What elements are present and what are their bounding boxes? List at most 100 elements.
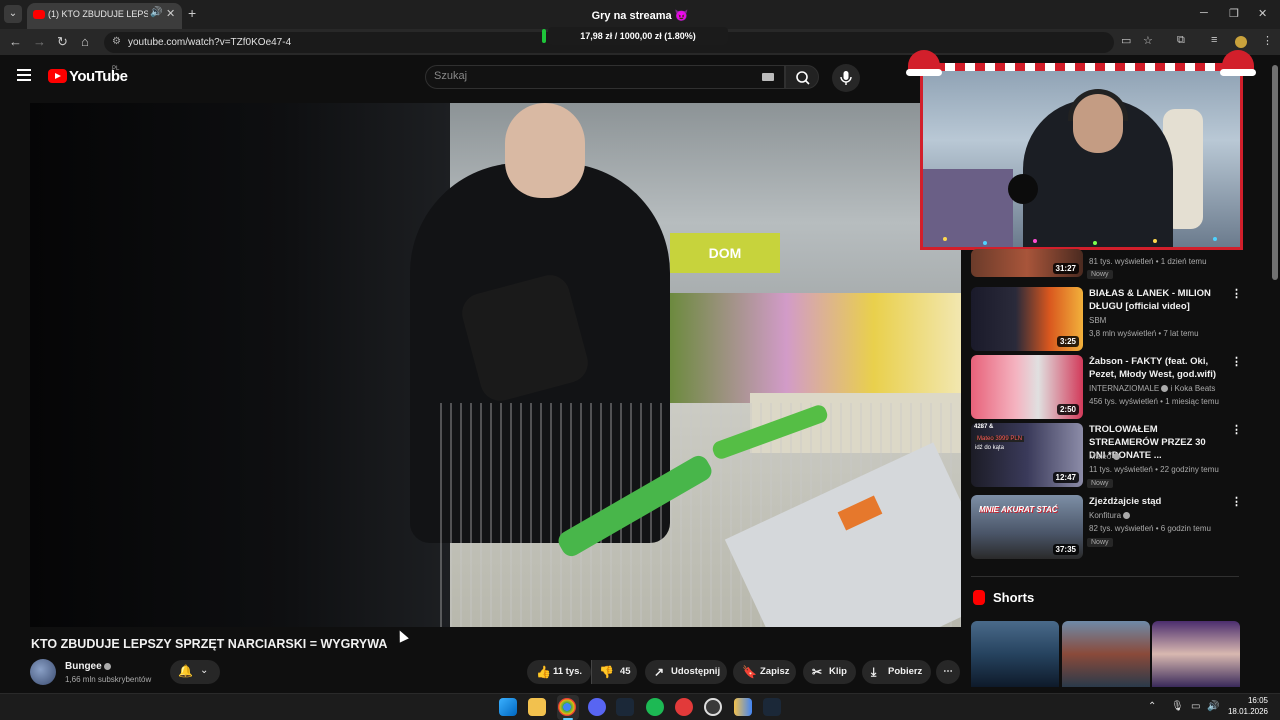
- app-icon-pen[interactable]: [734, 698, 752, 716]
- video-thumbnail[interactable]: MNIE AKURAT STAĆ 37:35: [971, 495, 1083, 559]
- video-meta: 81 tys. wyświetleń • 1 dzień temu: [1089, 257, 1207, 266]
- more-options-icon[interactable]: ⋮: [1231, 287, 1242, 300]
- download-button[interactable]: ⤓ Pobierz: [862, 660, 931, 684]
- tab-search-chevron-icon[interactable]: ⌄: [4, 5, 22, 23]
- browser-tab-bar: ⌄ (1) KTO ZBUDUJE LEPSZY SPRZĘT 🔊 ✕ + Gr…: [0, 0, 1280, 29]
- file-explorer-icon[interactable]: [528, 698, 546, 716]
- thumbnail-text: Mateo 3999 PLN: [975, 436, 1025, 442]
- url-text: youtube.com/watch?v=TZf0KOe47-4: [128, 37, 292, 48]
- channel-name[interactable]: Konfitura: [1089, 511, 1131, 520]
- streamer-webcam-overlay: [920, 66, 1243, 250]
- site-info-icon[interactable]: ⚙: [112, 36, 121, 47]
- chrome-icon[interactable]: [558, 698, 576, 716]
- clock-time[interactable]: 16:05: [1232, 696, 1268, 705]
- video-thumbnail[interactable]: 3:25: [971, 287, 1083, 351]
- more-actions-button[interactable]: ⋯: [936, 660, 960, 684]
- verified-icon: [1123, 512, 1131, 519]
- search-button[interactable]: [785, 65, 819, 89]
- search-input[interactable]: [434, 70, 734, 82]
- stream-overlay-title: Gry na streama 😈: [591, 10, 689, 22]
- new-tab-icon[interactable]: +: [188, 5, 196, 21]
- video-thumbnail[interactable]: 31:27: [971, 249, 1083, 277]
- suggested-video-2[interactable]: 3:25 BIAŁAS & LANEK - MILION DŁUGU [offi…: [971, 287, 1242, 353]
- reload-icon[interactable]: ↻: [57, 34, 68, 50]
- channel-name[interactable]: Mateo: [1089, 452, 1121, 461]
- network-icon[interactable]: ▭: [1191, 701, 1200, 712]
- save-button[interactable]: 🔖 Zapisz: [733, 660, 796, 684]
- mouse-cursor: [395, 628, 409, 643]
- video-player[interactable]: DOM: [30, 103, 961, 627]
- tray-chevron-up-icon[interactable]: ⌃: [1148, 701, 1156, 712]
- steam-icon[interactable]: [616, 698, 634, 716]
- restore-icon[interactable]: ❐: [1229, 7, 1239, 20]
- clip-button[interactable]: ✂ Klip: [803, 660, 856, 684]
- save-label: Zapisz: [760, 666, 790, 677]
- video-title[interactable]: Żabson - FAKTY (feat. Oki, Pezet, Młody …: [1089, 355, 1224, 381]
- channel-name[interactable]: Bungee: [65, 661, 111, 672]
- media-controls-icon[interactable]: ≡: [1211, 34, 1217, 46]
- video-frame-man-head: [505, 103, 585, 198]
- more-options-icon[interactable]: ⋮: [1231, 423, 1242, 436]
- suggested-video-3[interactable]: 2:50 Żabson - FAKTY (feat. Oki, Pezet, M…: [971, 355, 1242, 421]
- more-options-icon[interactable]: ⋮: [1231, 495, 1242, 508]
- like-button[interactable]: 👍 11 tys.: [527, 660, 591, 684]
- search-box[interactable]: [425, 65, 785, 89]
- youtube-logo-icon[interactable]: [48, 69, 67, 83]
- channel-avatar[interactable]: [30, 659, 56, 685]
- close-window-icon[interactable]: ✕: [1258, 7, 1267, 20]
- voice-search-button[interactable]: [832, 64, 860, 92]
- start-menu-icon[interactable]: [499, 698, 517, 716]
- christmas-light: [943, 237, 947, 241]
- short-thumbnail-3[interactable]: [1152, 621, 1240, 687]
- channel-name-text: Bungee: [65, 661, 102, 672]
- keyboard-icon[interactable]: [762, 73, 774, 81]
- obs-icon[interactable]: [704, 698, 722, 716]
- christmas-light: [1213, 237, 1217, 241]
- microphone-tray-icon[interactable]: 🎙: [1171, 701, 1184, 712]
- discord-icon[interactable]: [588, 698, 606, 716]
- bookmark-icon: 🔖: [742, 665, 757, 679]
- steam-icon-2[interactable]: [763, 698, 781, 716]
- extensions-icon[interactable]: ⧉: [1177, 34, 1185, 47]
- channel-name-text: Konfitura: [1089, 511, 1122, 520]
- browser-tab[interactable]: (1) KTO ZBUDUJE LEPSZY SPRZĘT 🔊 ✕: [27, 3, 182, 29]
- dislike-button[interactable]: 👎 45: [591, 660, 637, 684]
- close-tab-icon[interactable]: ✕: [166, 7, 175, 20]
- short-thumbnail-2[interactable]: [1062, 621, 1150, 687]
- suggested-video-4[interactable]: 4287 & Mateo 3999 PLN idź do kąta 12:47 …: [971, 423, 1242, 489]
- more-options-icon[interactable]: ⋮: [1231, 355, 1242, 368]
- thumbs-up-icon: 👍: [536, 665, 551, 679]
- christmas-light: [1153, 239, 1157, 243]
- hamburger-menu-icon[interactable]: [17, 69, 31, 81]
- video-frame-plants: [670, 293, 961, 403]
- profile-avatar[interactable]: [1235, 36, 1247, 48]
- video-meta: 3,8 mln wyświetleń • 7 lat temu: [1089, 329, 1199, 338]
- spotify-icon[interactable]: [646, 698, 664, 716]
- minimize-icon[interactable]: ─: [1200, 7, 1208, 19]
- channel-name[interactable]: SBM: [1089, 316, 1106, 325]
- video-title[interactable]: Zjeżdżajcie stąd: [1089, 495, 1224, 508]
- video-title[interactable]: BIAŁAS & LANEK - MILION DŁUGU [official …: [1089, 287, 1224, 313]
- video-thumbnail[interactable]: 4287 & Mateo 3999 PLN idź do kąta 12:47: [971, 423, 1083, 487]
- volume-icon[interactable]: 🔊: [1207, 701, 1219, 712]
- scrollbar-thumb[interactable]: [1272, 65, 1278, 280]
- forward-icon[interactable]: →: [33, 34, 46, 49]
- home-icon[interactable]: ⌂: [81, 34, 89, 49]
- browser-menu-icon[interactable]: ⋮: [1262, 34, 1273, 47]
- back-icon[interactable]: ←: [9, 34, 22, 49]
- notification-bell-button[interactable]: 🔔 ⌄: [170, 660, 220, 684]
- section-divider: [971, 576, 1239, 577]
- bookmark-star-icon[interactable]: ☆: [1143, 34, 1153, 47]
- cast-icon[interactable]: ▭: [1121, 34, 1131, 47]
- share-button[interactable]: ↗ Udostępnij: [645, 660, 727, 684]
- video-thumbnail[interactable]: 2:50: [971, 355, 1083, 419]
- speaker-icon[interactable]: 🔊: [150, 7, 162, 18]
- channel-collab: i Koka Beats: [1170, 384, 1216, 393]
- short-thumbnail-1[interactable]: [971, 621, 1059, 687]
- suggested-video-5[interactable]: MNIE AKURAT STAĆ 37:35 Zjeżdżajcie stąd …: [971, 495, 1242, 561]
- candy-cane-border: [915, 63, 1248, 71]
- clock-date[interactable]: 18.01.2026: [1224, 707, 1268, 716]
- channel-name[interactable]: INTERNAZIOMALE i Koka Beats: [1089, 384, 1215, 393]
- video-duration: 31:27: [1052, 263, 1079, 274]
- app-icon-red[interactable]: [675, 698, 693, 716]
